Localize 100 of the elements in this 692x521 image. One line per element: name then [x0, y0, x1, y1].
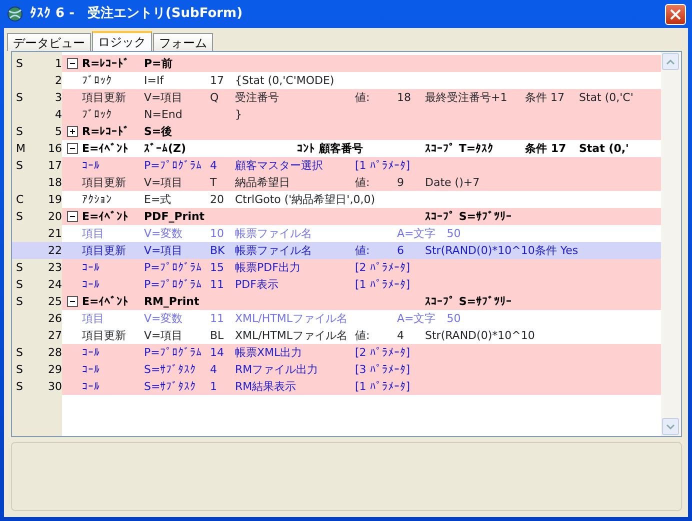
- collapse-icon[interactable]: [66, 143, 78, 154]
- status-letter: S: [15, 56, 24, 72]
- field-number: 4: [210, 362, 218, 378]
- command-type: 項目更新: [82, 175, 127, 191]
- line-number: 25: [47, 294, 62, 310]
- line-number: 23: [47, 260, 62, 276]
- command-type: E=ｲﾍﾞﾝﾄ: [82, 209, 130, 225]
- line-number: 30: [47, 379, 62, 395]
- field-number: BL: [210, 328, 225, 344]
- field-name: 顧客マスター選択: [235, 158, 324, 174]
- field-number: 14: [210, 345, 225, 361]
- expression: ｽｺｰﾌﾟ S=ｻﾌﾞﾂﾘｰ: [425, 209, 513, 225]
- line-number: 17: [47, 158, 62, 174]
- status-letter: S: [15, 362, 24, 378]
- status-letter: S: [15, 158, 24, 174]
- field-number: 17: [210, 73, 225, 89]
- tab[interactable]: フォーム: [153, 33, 213, 51]
- close-button[interactable]: [665, 4, 686, 24]
- command-type: R=ﾚｺｰﾄﾞ: [82, 56, 131, 72]
- parameter-count: [3 ﾊﾟﾗﾒｰﾀ]: [355, 362, 412, 378]
- attribute: A=文字 50: [397, 311, 462, 327]
- value-number: 4: [397, 328, 405, 344]
- collapse-icon[interactable]: [66, 58, 78, 69]
- control-name: ｺﾝﾄ 顧客番号: [296, 141, 364, 157]
- field-name: 帳票XML出力: [235, 345, 304, 361]
- line-number: 26: [47, 311, 62, 327]
- close-icon: [670, 8, 681, 20]
- line-number: 5: [54, 124, 62, 140]
- operation: V=項目: [144, 90, 184, 106]
- command-type: 項目更新: [82, 328, 127, 344]
- value-number: 9: [397, 175, 405, 191]
- field-name: 帳票ファイル名: [235, 226, 313, 242]
- field-name: 帳票PDF出力: [235, 260, 302, 276]
- value-number: 18: [397, 90, 412, 106]
- tab[interactable]: ロジック: [92, 31, 152, 51]
- field-name: PDF表示: [235, 277, 280, 293]
- expression: Str(RAND(0)*10^10: [425, 328, 536, 344]
- attribute: A=文字 50: [397, 226, 462, 242]
- operation: RM_Print: [144, 294, 200, 310]
- command-type: E=ｲﾍﾞﾝﾄ: [82, 141, 130, 157]
- command-type: ﾌﾞﾛｯｸ: [82, 73, 113, 89]
- status-letter: M: [15, 141, 26, 157]
- command-type: ｺｰﾙ: [82, 362, 101, 378]
- tab[interactable]: データビュー: [7, 33, 91, 51]
- status-letter: S: [15, 277, 24, 293]
- status-letter: C: [15, 192, 25, 208]
- window-title: ﾀｽｸ 6 - 受注エントリ(SubForm): [30, 4, 244, 24]
- line-number: 21: [47, 226, 62, 242]
- field-name: XML/HTMLファイル名: [235, 328, 348, 344]
- chevron-down-icon: [666, 424, 675, 430]
- condition-expression: Stat (0,'C': [579, 90, 634, 106]
- operation: V=変数: [144, 311, 184, 327]
- command-type: R=ﾚｺｰﾄﾞ: [82, 124, 131, 140]
- command-type: ｺｰﾙ: [82, 379, 101, 395]
- status-letter: S: [15, 124, 24, 140]
- field-number: 20: [210, 192, 225, 208]
- collapse-icon[interactable]: [66, 211, 78, 222]
- command-type: 項目更新: [82, 243, 127, 259]
- command-type: ｺｰﾙ: [82, 158, 101, 174]
- status-letter: S: [15, 379, 24, 395]
- expand-icon[interactable]: [66, 126, 78, 137]
- operation: I=If: [144, 73, 165, 89]
- field-name: XML/HTMLファイル名: [235, 311, 348, 327]
- operation: S=後: [144, 124, 174, 140]
- app-icon: [6, 5, 24, 23]
- field-number: 11: [210, 277, 225, 293]
- line-number: 3: [54, 90, 62, 106]
- command-type: 項目: [82, 311, 105, 327]
- operation: V=項目: [144, 175, 184, 191]
- value-label: 値:: [355, 243, 371, 259]
- expression: Str(RAND(0)*10^10条件 Yes: [425, 243, 580, 259]
- line-number: 24: [47, 277, 62, 293]
- line-number: 16: [47, 141, 62, 157]
- collapse-icon[interactable]: [66, 296, 78, 307]
- operation: E=式: [144, 192, 172, 208]
- line-number: 22: [47, 243, 62, 259]
- status-letter: S: [15, 209, 24, 225]
- value-number: 6: [397, 243, 405, 259]
- line-number: 19: [47, 192, 62, 208]
- status-letter: S: [15, 90, 24, 106]
- field-name: 受注番号: [235, 90, 280, 106]
- value-label: 値:: [355, 328, 371, 344]
- field-number: 4: [210, 158, 218, 174]
- condition: 条件 17: [525, 90, 566, 106]
- condition: 条件 17: [525, 141, 568, 157]
- logic-row[interactable]: 22 項目更新 V=項目 BK 帳票ファイル名 値: 6 Str(RAND(0)*10^10条件 Yes: [12, 242, 661, 259]
- line-number: 27: [47, 328, 62, 344]
- operation: V=項目: [144, 328, 184, 344]
- field-name: 納品希望日: [235, 175, 291, 191]
- field-name: RMファイル出力: [235, 362, 320, 378]
- field-number: T: [210, 175, 218, 191]
- parameter-count: [1 ﾊﾟﾗﾒｰﾀ]: [355, 158, 412, 174]
- operation: S=ｻﾌﾞﾀｽｸ: [144, 379, 198, 395]
- expression: CtrlGoto ('納品希望日',0,0): [235, 192, 376, 208]
- line-number: 1: [54, 56, 62, 72]
- status-letter: S: [15, 345, 24, 361]
- operation: P=ﾌﾟﾛｸﾞﾗﾑ: [144, 345, 203, 361]
- operation: S=ｻﾌﾞﾀｽｸ: [144, 362, 198, 378]
- command-type: ｺｰﾙ: [82, 260, 101, 276]
- operation: V=項目: [144, 243, 184, 259]
